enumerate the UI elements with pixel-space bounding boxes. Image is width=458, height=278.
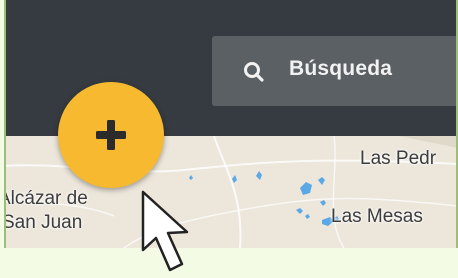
search-icon <box>244 62 264 82</box>
place-label-alcazar-de: Alcázar de <box>4 188 88 209</box>
plus-icon <box>96 120 126 150</box>
search-label: Búsqueda <box>289 57 393 80</box>
place-label-las-mesas: Las Mesas <box>331 206 423 227</box>
place-label-las-pedr: Las Pedr <box>360 148 437 169</box>
search-button[interactable]: Búsqueda <box>212 36 458 106</box>
place-label-san-juan: San Juan <box>4 212 83 233</box>
mouse-pointer-icon <box>141 190 189 272</box>
add-button[interactable] <box>58 82 164 188</box>
app-window: Búsqueda Las Pedr Alcázar de San Juan La… <box>4 0 458 248</box>
